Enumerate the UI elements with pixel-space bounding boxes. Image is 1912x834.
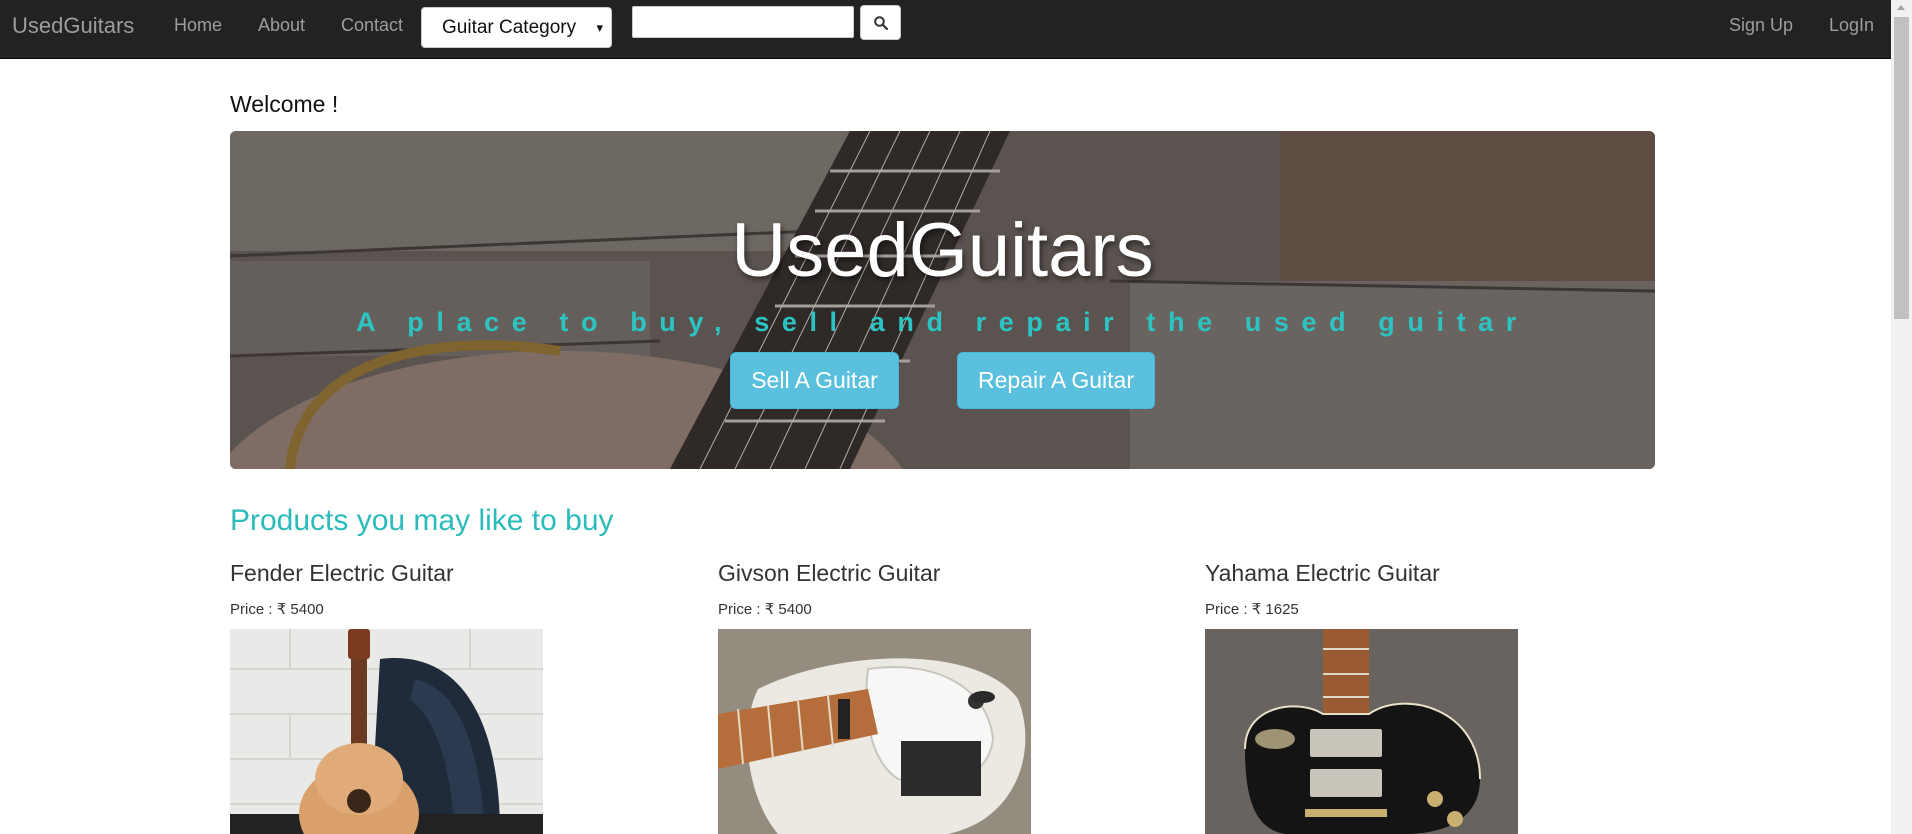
nav-about-link[interactable]: About <box>258 15 305 36</box>
price-label: Price : <box>1205 601 1248 618</box>
acoustic-guitar-image <box>230 629 543 834</box>
scroll-up-arrow-icon[interactable] <box>1897 5 1905 10</box>
product-image[interactable] <box>718 629 1031 834</box>
product-name[interactable]: Yahama Electric Guitar <box>1205 560 1440 587</box>
product-price: Price : ₹ 5400 <box>718 600 812 618</box>
electric-guitar-image <box>718 629 1031 834</box>
products-heading: Products you may like to buy <box>230 504 614 537</box>
price-value: 5400 <box>778 601 812 618</box>
rupee-icon: ₹ <box>764 601 775 618</box>
product-card[interactable]: Fender Electric Guitar Price : ₹ 5400 <box>230 560 560 834</box>
chevron-down-icon: ▾ <box>596 20 603 35</box>
product-image[interactable] <box>1205 629 1518 834</box>
product-image[interactable] <box>230 629 543 834</box>
guitar-background-image <box>230 131 1655 469</box>
signup-link[interactable]: Sign Up <box>1729 15 1793 36</box>
product-card[interactable]: Yahama Electric Guitar Price : ₹ 1625 <box>1205 560 1535 834</box>
price-value: 1625 <box>1265 601 1299 618</box>
nav-home-link[interactable]: Home <box>174 15 222 36</box>
scrollbar-thumb[interactable] <box>1894 17 1909 319</box>
search-icon <box>874 16 888 30</box>
rupee-icon: ₹ <box>276 601 287 618</box>
welcome-text: Welcome ! <box>230 91 339 117</box>
product-price: Price : ₹ 1625 <box>1205 600 1299 618</box>
hero-title: UsedGuitars <box>731 208 1154 293</box>
product-name[interactable]: Fender Electric Guitar <box>230 560 454 587</box>
login-link[interactable]: LogIn <box>1829 15 1874 36</box>
product-price: Price : ₹ 5400 <box>230 600 324 618</box>
top-navbar: UsedGuitars Home About Contact Guitar Ca… <box>0 0 1891 59</box>
product-card[interactable]: Givson Electric Guitar Price : ₹ 5400 <box>718 560 1048 834</box>
hero-subtitle: A place to buy, sell and repair the used… <box>356 307 1529 337</box>
price-label: Price : <box>230 601 273 618</box>
product-name[interactable]: Givson Electric Guitar <box>718 560 940 587</box>
price-label: Price : <box>718 601 761 618</box>
search-button[interactable] <box>860 5 901 40</box>
les-paul-guitar-image <box>1205 629 1518 834</box>
hero-banner: UsedGuitars A place to buy, sell and rep… <box>230 131 1655 469</box>
guitar-category-select[interactable]: Guitar Category ▾ <box>421 7 612 48</box>
vertical-scrollbar[interactable] <box>1891 0 1912 834</box>
price-value: 5400 <box>290 601 324 618</box>
rupee-icon: ₹ <box>1251 601 1262 618</box>
nav-contact-link[interactable]: Contact <box>341 15 403 36</box>
guitar-category-label: Guitar Category <box>442 17 577 38</box>
search-input[interactable] <box>632 6 854 38</box>
sell-guitar-button[interactable]: Sell A Guitar <box>730 352 899 409</box>
repair-guitar-button[interactable]: Repair A Guitar <box>957 352 1155 409</box>
brand-link[interactable]: UsedGuitars <box>12 13 134 39</box>
